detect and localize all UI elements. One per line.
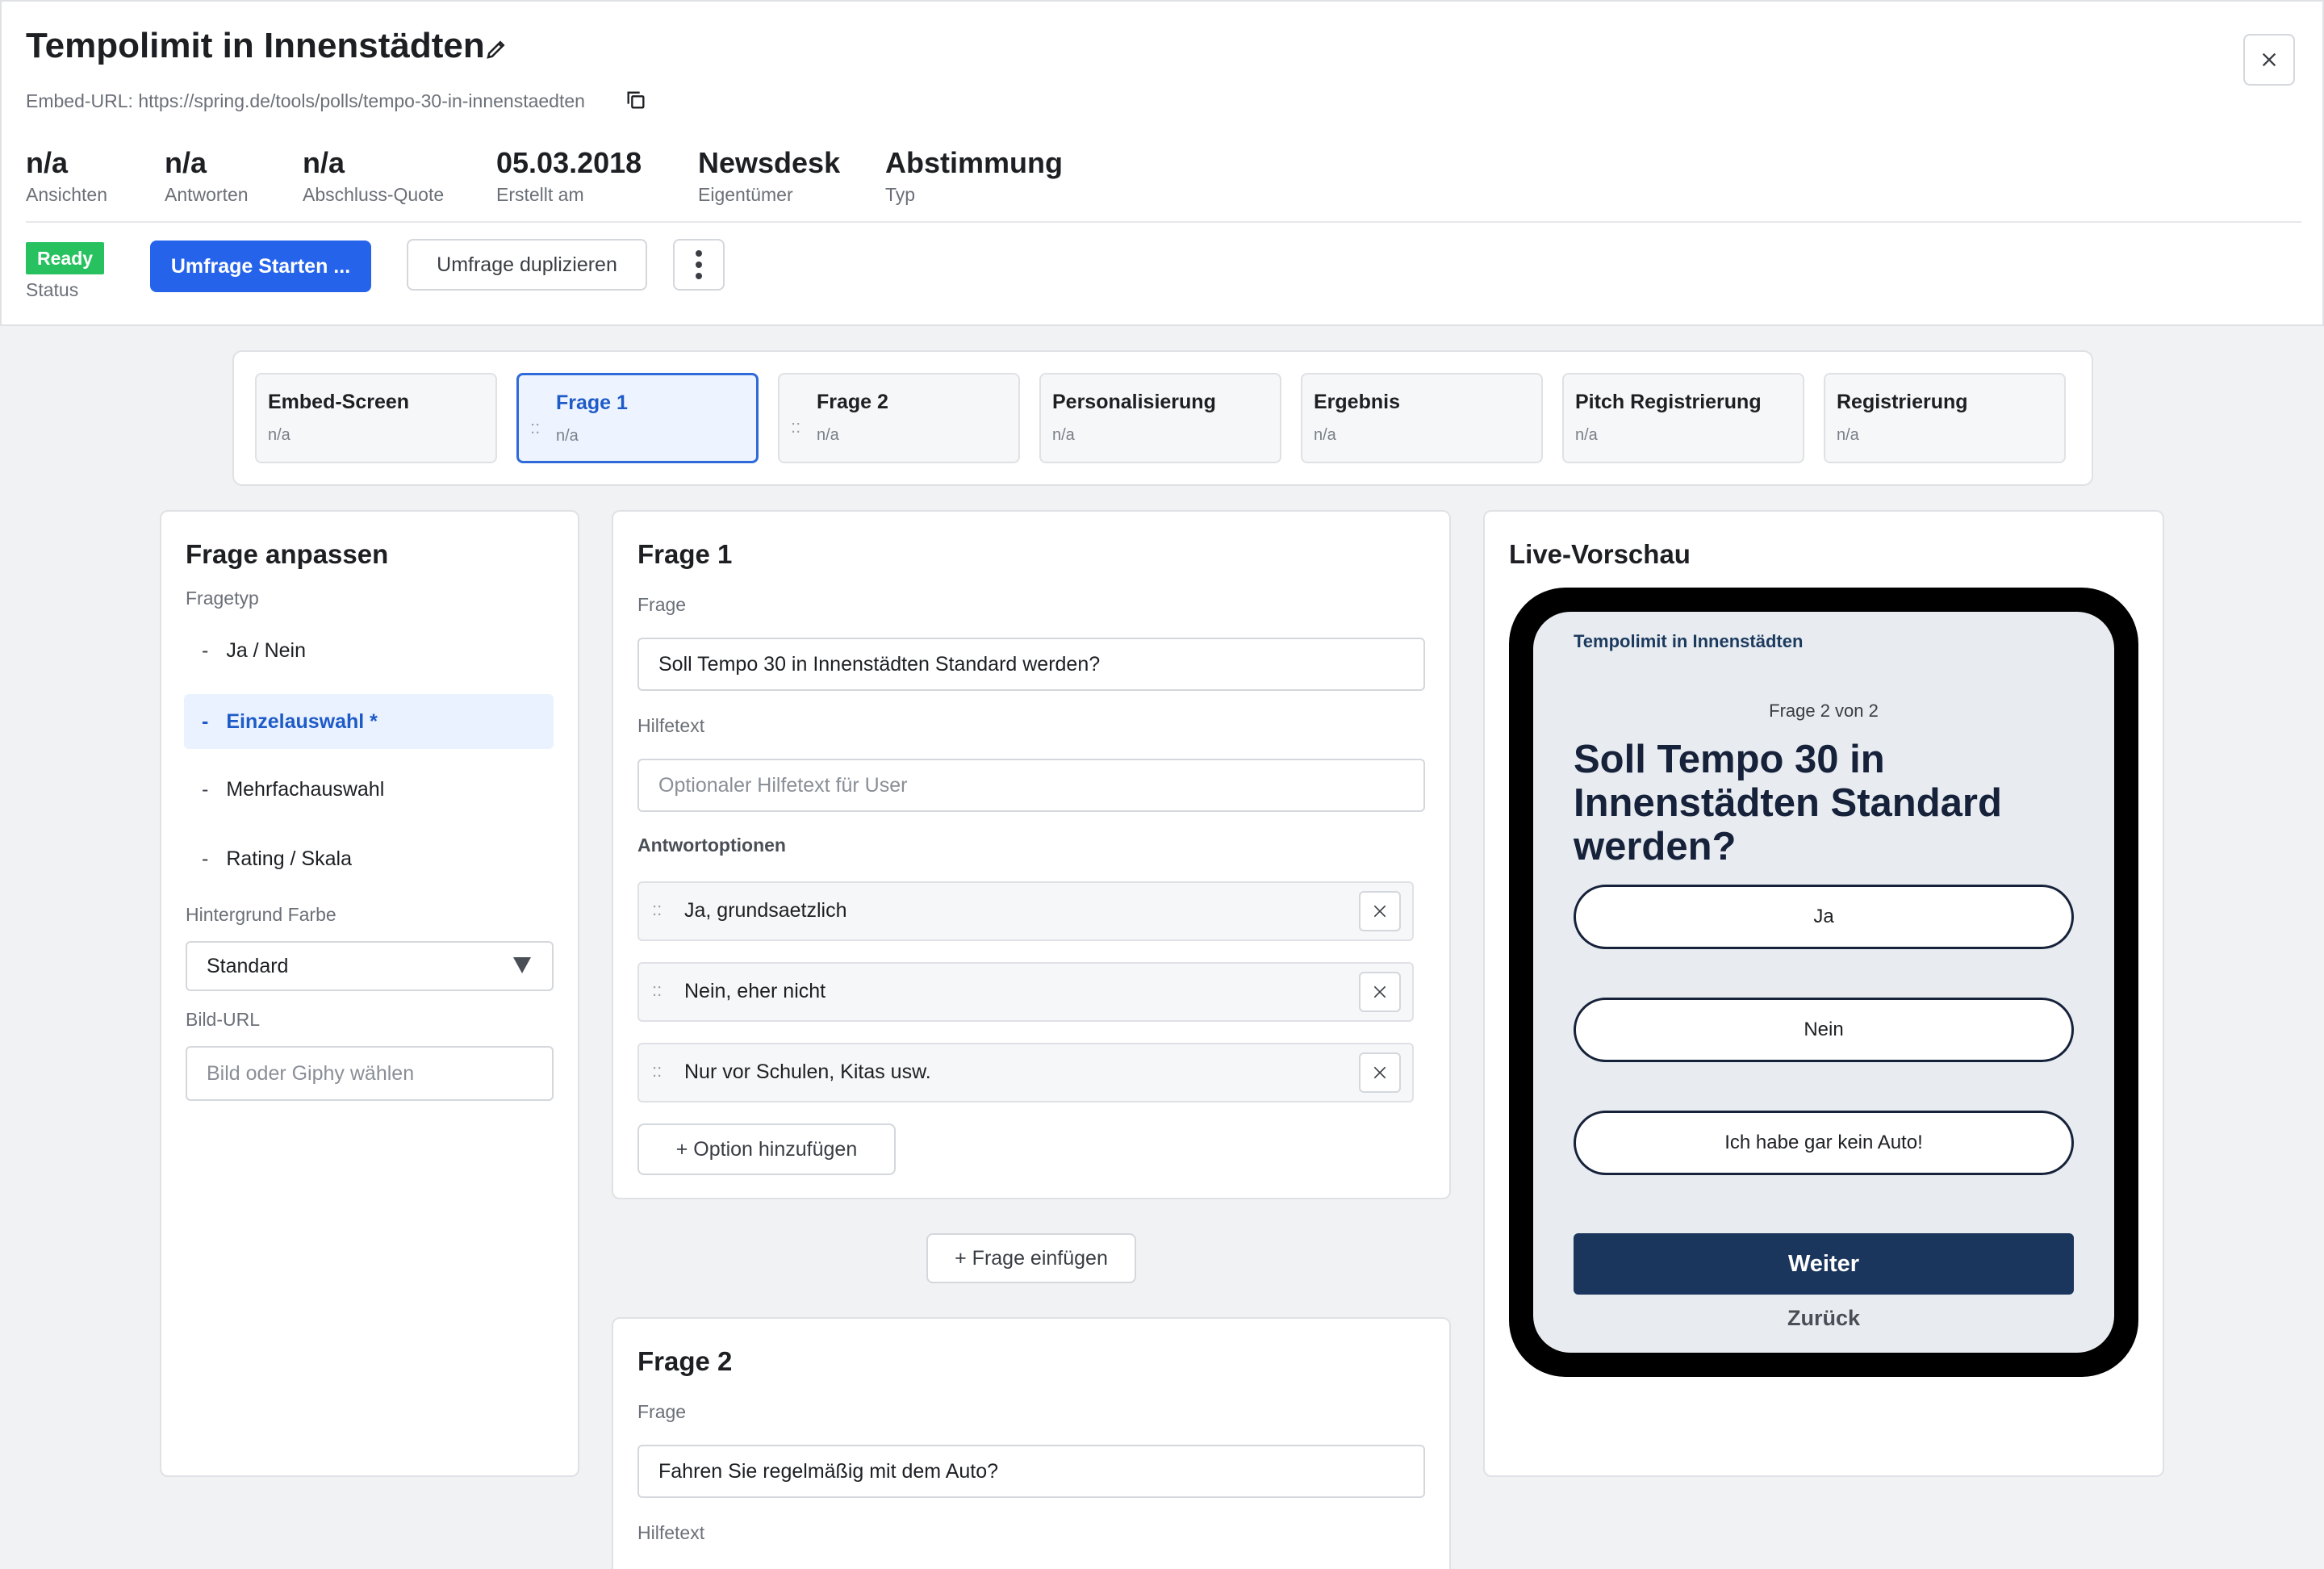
drag-handle-icon[interactable]: :: [791, 416, 800, 437]
question-type-label: Fragetyp [186, 588, 259, 609]
preview-question: Soll Tempo 30 in Innenstädten Standard w… [1574, 738, 2002, 868]
preview-next-button[interactable]: Weiter [1574, 1233, 2074, 1295]
background-color-select[interactable]: Standard [186, 941, 554, 991]
question-label: Frage [637, 1401, 687, 1422]
preview-answer-button[interactable]: Ich habe gar kein Auto! [1574, 1111, 2074, 1175]
divider [26, 221, 2301, 223]
remove-option-button[interactable] [1359, 891, 1401, 931]
question-1-title: Frage 1 [637, 539, 733, 569]
preview-answer-button[interactable]: Ja [1574, 885, 2074, 949]
close-icon [1373, 985, 1386, 998]
page-title: Tempolimit in Innenstädten [26, 26, 485, 65]
drag-handle-icon[interactable]: :: [530, 417, 540, 438]
type-rating-scale[interactable]: - Rating / Skala [184, 831, 554, 886]
kebab-menu-icon [696, 250, 702, 279]
help-text-input[interactable]: Optionaler Hilfetext für User [637, 759, 1425, 812]
status-badge: Ready [26, 242, 105, 274]
tab-frage-1[interactable]: :: Frage 1 n/a [516, 373, 759, 463]
question-2-input[interactable]: Fahren Sie regelmäßig mit dem Auto? [637, 1445, 1425, 1498]
customize-title: Frage anpassen [186, 539, 389, 569]
preview-question-counter: Frage 2 von 2 [1769, 701, 1879, 721]
type-multiple-choice[interactable]: - Mehrfachauswahl [184, 762, 554, 817]
preview-poll-title: Tempolimit in Innenstädten [1574, 631, 1804, 651]
stat-owner: Newsdesk Eigentümer [698, 146, 841, 205]
background-color-label: Hintergrund Farbe [186, 904, 336, 925]
tab-registrierung[interactable]: Registrierung n/a [1824, 373, 2066, 463]
type-single-choice[interactable]: - Einzelauswahl * [184, 694, 554, 749]
answer-option-text[interactable]: Nur vor Schulen, Kitas usw. [684, 1061, 931, 1084]
answer-option: :: Nein, eher nicht [637, 962, 1414, 1022]
stat-created: 05.03.2018 Erstellt am [496, 146, 642, 205]
drag-handle-icon[interactable]: :: [652, 899, 662, 920]
drag-handle-icon[interactable]: :: [652, 980, 662, 1001]
tab-frage-2[interactable]: :: Frage 2 n/a [778, 373, 1020, 463]
add-option-button[interactable]: + Option hinzufügen [637, 1123, 896, 1175]
help-text-label: Hilfetext [637, 715, 705, 736]
stat-answers: n/a Antworten [165, 146, 249, 205]
status-label: Status [26, 279, 79, 300]
question-label: Frage [637, 594, 687, 615]
close-icon [1373, 905, 1386, 918]
question-1-input[interactable]: Soll Tempo 30 in Innenstädten Standard w… [637, 638, 1425, 691]
copy-icon[interactable] [625, 89, 647, 111]
more-options-button[interactable] [673, 239, 725, 291]
tab-ergebnis[interactable]: Ergebnis n/a [1301, 373, 1543, 463]
stat-views: n/a Ansichten [26, 146, 108, 205]
caret-down-icon [513, 957, 531, 973]
image-url-label: Bild-URL [186, 1009, 261, 1030]
embed-url: Embed-URL: https://spring.de/tools/polls… [26, 90, 585, 111]
live-preview-title: Live-Vorschau [1509, 539, 1691, 569]
close-icon [2262, 52, 2276, 67]
drag-handle-icon[interactable]: :: [652, 1061, 662, 1082]
answer-options-label: Antwortoptionen [637, 835, 786, 856]
start-poll-button[interactable]: Umfrage Starten ... [150, 241, 371, 292]
close-button[interactable] [2243, 34, 2295, 86]
tab-embed-screen[interactable]: Embed-Screen n/a [255, 373, 497, 463]
answer-option-text[interactable]: Nein, eher nicht [684, 980, 826, 1003]
help-text-label: Hilfetext [637, 1522, 705, 1543]
remove-option-button[interactable] [1359, 1052, 1401, 1093]
stat-type: Abstimmung Typ [885, 146, 1063, 205]
preview-answer-button[interactable]: Nein [1574, 998, 2074, 1062]
tab-pitch-registrierung[interactable]: Pitch Registrierung n/a [1562, 373, 1804, 463]
duplicate-poll-button[interactable]: Umfrage duplizieren [407, 239, 647, 291]
type-yes-no[interactable]: - Ja / Nein [184, 623, 554, 678]
insert-question-button[interactable]: + Frage einfügen [926, 1233, 1136, 1283]
stat-completion-rate: n/a Abschluss-Quote [303, 146, 445, 205]
answer-option: :: Nur vor Schulen, Kitas usw. [637, 1043, 1414, 1102]
poll-header: Tempolimit in Innenstädten Embed-URL: ht… [0, 0, 2324, 326]
preview-back-link[interactable]: Zurück [1533, 1306, 2114, 1331]
answer-option-text[interactable]: Ja, grundsaetzlich [684, 899, 847, 923]
question-2-title: Frage 2 [637, 1346, 733, 1376]
pencil-icon[interactable] [484, 37, 508, 61]
tab-personalisierung[interactable]: Personalisierung n/a [1039, 373, 1281, 463]
close-icon [1373, 1066, 1386, 1079]
image-url-input[interactable]: Bild oder Giphy wählen [186, 1046, 554, 1101]
answer-option: :: Ja, grundsaetzlich [637, 881, 1414, 941]
remove-option-button[interactable] [1359, 972, 1401, 1012]
question-2-panel [612, 1317, 1451, 1569]
